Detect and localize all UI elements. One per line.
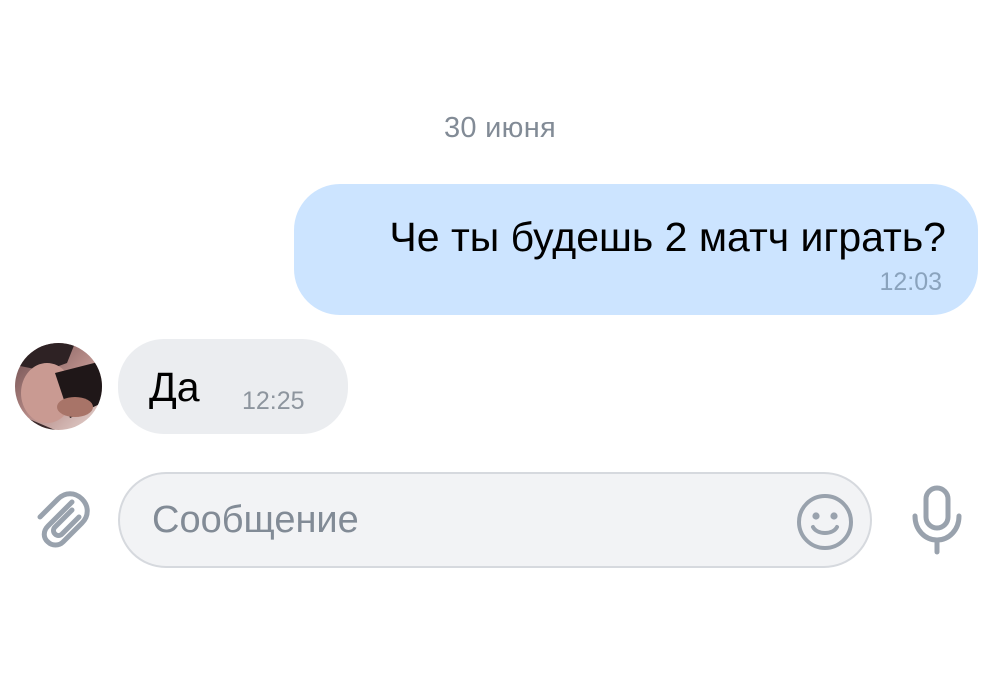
date-separator: 30 июня xyxy=(443,112,557,144)
emoji-button[interactable] xyxy=(796,493,854,551)
message-composer xyxy=(0,470,1000,570)
message-input[interactable] xyxy=(152,474,782,566)
chat-view: 30 июня Че ты будешь 2 матч играть? 12:0… xyxy=(0,0,1000,700)
attach-button[interactable] xyxy=(28,488,92,552)
avatar-image xyxy=(15,343,102,430)
microphone-icon xyxy=(912,485,962,555)
paperclip-icon xyxy=(37,491,90,548)
outgoing-message-time: 12:03 xyxy=(879,268,942,296)
message-input-wrapper xyxy=(118,472,872,568)
outgoing-message-text: Че ты будешь 2 матч играть? xyxy=(389,214,946,260)
incoming-message-time: 12:25 xyxy=(242,387,305,415)
microphone-button[interactable] xyxy=(905,484,969,556)
avatar[interactable] xyxy=(15,343,102,430)
incoming-message-text: Да xyxy=(149,364,200,410)
outgoing-message-bubble[interactable]: Че ты будешь 2 матч играть? 12:03 xyxy=(294,184,978,315)
smiley-icon xyxy=(797,494,853,550)
incoming-message-bubble[interactable]: Да 12:25 xyxy=(118,339,348,434)
